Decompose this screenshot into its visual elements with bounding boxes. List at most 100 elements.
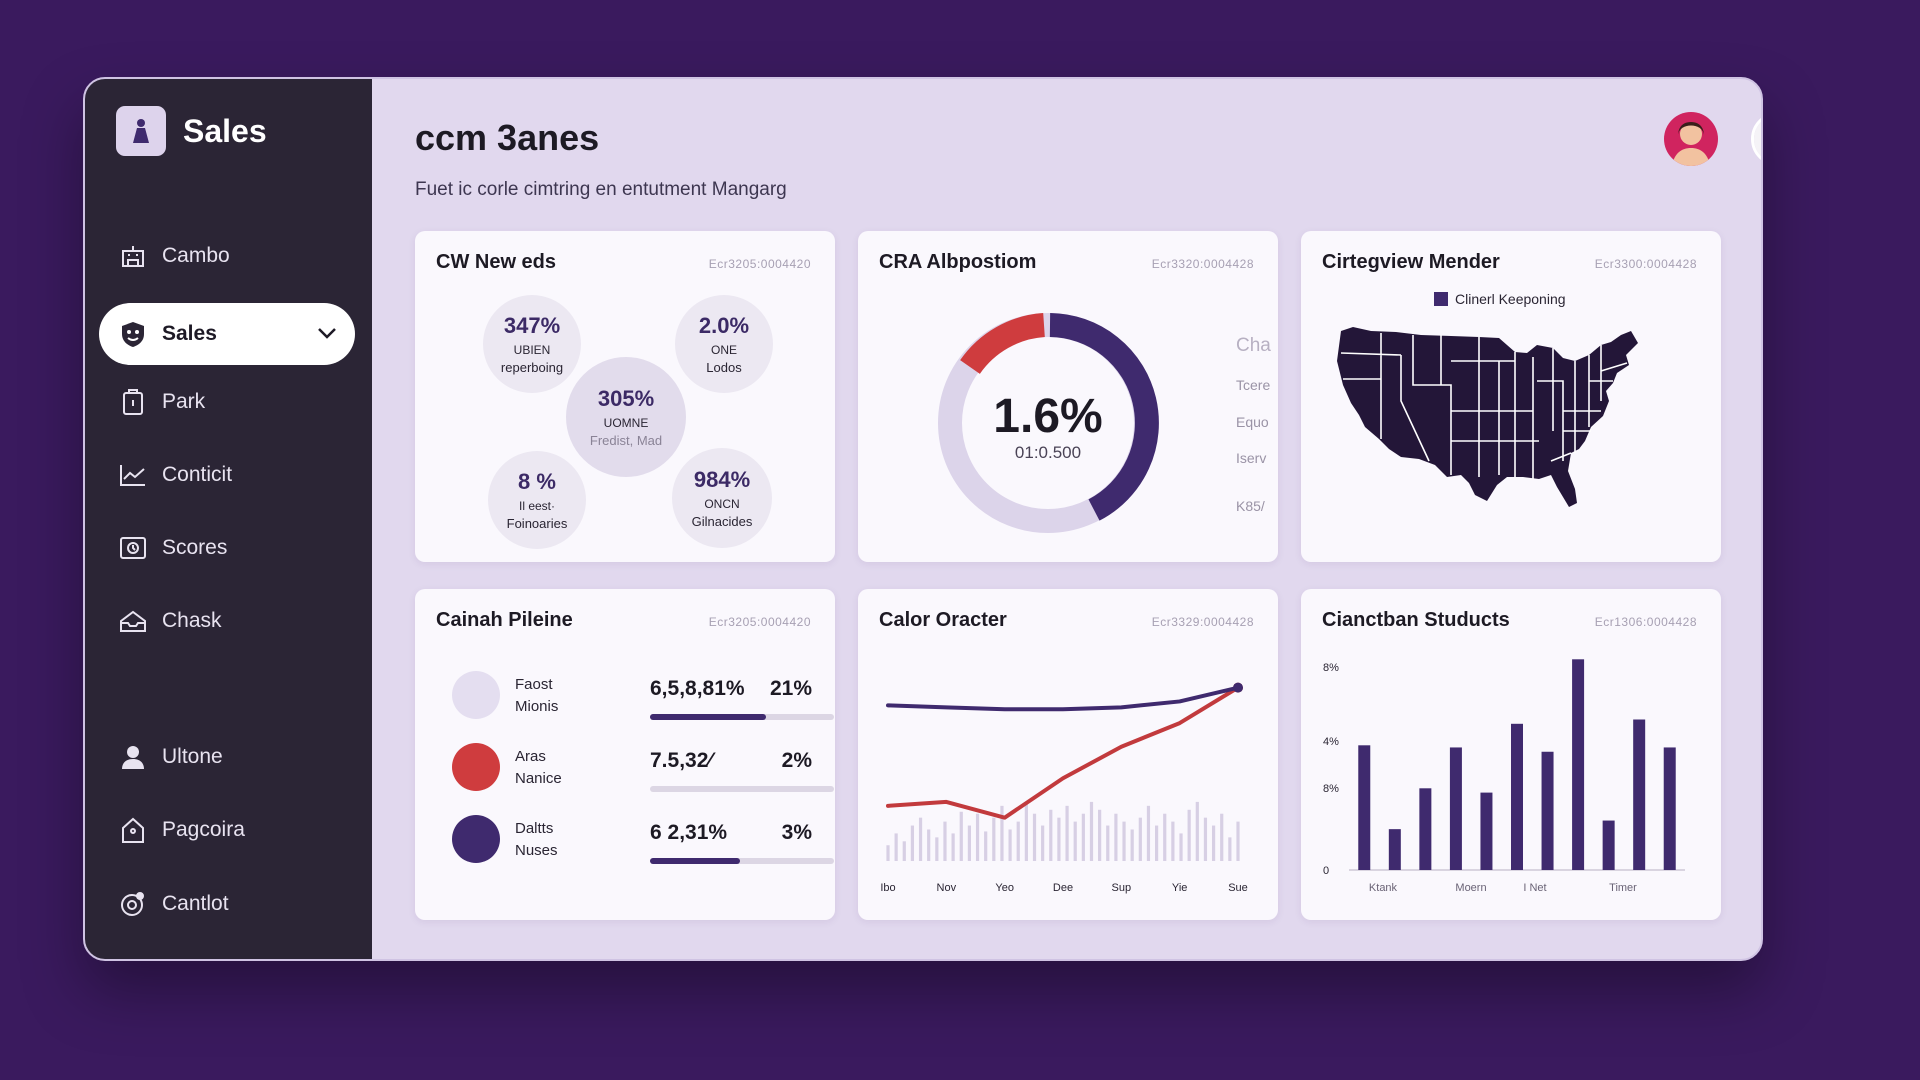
- card-studucts: Cianctban Studucts Ecr1306:0004428 0 8% 4%…: [1301, 589, 1721, 920]
- donut-center-sub: 01:0.500: [1014, 443, 1082, 462]
- bubble-sublabel: Fredist, Mad: [589, 433, 663, 448]
- sidebar-item-pagcoira[interactable]: Pagcoira: [99, 799, 355, 861]
- avatar-secondary[interactable]: [1751, 112, 1761, 166]
- user-icon: [118, 742, 148, 772]
- chevron-down-icon[interactable]: [317, 322, 337, 346]
- pipeline-row[interactable]: Daltts Nuses 6 2,31% 3%: [452, 815, 834, 875]
- us-map[interactable]: [1301, 231, 1721, 562]
- pipeline-pct: 3%: [781, 821, 812, 844]
- background-bar: [1211, 825, 1216, 861]
- legend-item: Tcere: [1236, 377, 1271, 393]
- x-tick-label: Moern: [1455, 882, 1486, 894]
- sidebar-item-chask[interactable]: Chask: [99, 590, 355, 652]
- series-line: [886, 685, 1240, 712]
- brand[interactable]: Sales: [116, 106, 267, 156]
- x-tick-label: Yie: [1172, 882, 1188, 894]
- card-albpostiom: CRA Albpostiom Ecr3320:0004428 1.6% 01:0…: [858, 231, 1278, 562]
- card-pipeline: Cainah Pileine Ecr3205:0004420 Faost Mion…: [415, 589, 835, 920]
- pipeline-dot: [452, 743, 500, 791]
- sidebar: Sales Cambo Sales Park Conticit Scores C…: [85, 79, 372, 959]
- background-bar: [1016, 821, 1020, 861]
- app-logo-icon: [116, 106, 166, 156]
- page-subtitle: Fuet ic corle cimtring en entutment Mang…: [415, 179, 787, 200]
- series-point: [1233, 682, 1243, 693]
- background-bar: [1130, 829, 1134, 861]
- background-bar: [1187, 809, 1191, 861]
- bar-chart[interactable]: 0 8% 4% 8% Ktank Moern I Net Timer: [1301, 589, 1721, 920]
- settings-icon: [118, 889, 148, 919]
- home-icon: [118, 815, 148, 845]
- pipeline-row[interactable]: Faost Mionis 6,5,8,81% 21%: [452, 671, 834, 731]
- y-tick-label: 4%: [1323, 736, 1339, 748]
- card-oractter: Calor Oracter Ecr3329:0004428 Ibo Nov Yeo D…: [858, 589, 1278, 920]
- sidebar-item-cambo[interactable]: Cambo: [99, 225, 355, 287]
- background-bar: [1146, 805, 1151, 861]
- bar: [1541, 751, 1554, 870]
- main-content: ccm 3anes Fuet ic corle cimtring en entu…: [372, 79, 1761, 959]
- shield-icon: [118, 319, 148, 349]
- background-bar: [1073, 821, 1077, 861]
- sidebar-item-label: Scores: [162, 536, 228, 559]
- sidebar-item-park[interactable]: Park: [99, 371, 355, 433]
- background-bar: [910, 825, 915, 861]
- sidebar-item-scores[interactable]: Scores: [99, 517, 355, 579]
- bubble-sublabel: Lodos: [706, 360, 742, 375]
- bubble-label: ONE: [710, 343, 737, 357]
- bar: [1633, 719, 1646, 870]
- background-bar: [943, 821, 947, 861]
- bar: [1388, 829, 1401, 870]
- card-mender: Cirtegview Mender Ecr3300:0004428 Cliner…: [1301, 231, 1721, 562]
- background-bar: [902, 841, 906, 861]
- sidebar-item-label: Pagcoira: [162, 818, 245, 841]
- avatar[interactable]: [1664, 112, 1718, 166]
- card-title: Cainah Pileine: [436, 609, 573, 631]
- background-bar: [1228, 837, 1232, 861]
- pipeline-dot: [452, 815, 500, 863]
- background-bar: [1179, 833, 1183, 861]
- background-bar: [1000, 805, 1004, 861]
- sidebar-item-label: Cantlot: [162, 892, 229, 915]
- pipeline-label: Daltts Nuses: [515, 820, 558, 859]
- sidebar-item-conticit[interactable]: Conticit: [99, 444, 355, 506]
- pipeline-value: 7.5,32⁄: [650, 749, 712, 772]
- background-bar: [1138, 817, 1142, 861]
- pipeline-pct: 21%: [769, 677, 812, 700]
- line-chart[interactable]: Ibo Nov Yeo Dee Sup Yie Sue: [858, 589, 1278, 920]
- bar: [1572, 659, 1585, 870]
- background-bar: [1106, 825, 1110, 861]
- app-window: Sales Cambo Sales Park Conticit Scores C…: [83, 77, 1763, 961]
- sidebar-item-label: Ultone: [162, 745, 223, 768]
- bubble-value: 984%: [693, 467, 751, 492]
- x-tick-label: Timer: [1609, 882, 1637, 894]
- pipeline-progress: [650, 858, 834, 864]
- background-bar: [894, 833, 898, 861]
- card-new-eds: CW New eds Ecr3205:0004420 347% UBIEN re…: [415, 231, 835, 562]
- sidebar-item-ultone[interactable]: Ultone: [99, 726, 355, 788]
- pipeline-dot: [452, 671, 500, 719]
- stat-bubble[interactable]: 347% UBIEN reperboing: [483, 295, 581, 393]
- stat-bubble[interactable]: 2.0% ONE Lodos: [675, 295, 773, 393]
- inbox-icon: [118, 606, 148, 636]
- bubble-label: Il eest·: [518, 499, 555, 513]
- background-bar: [951, 833, 955, 861]
- y-tick-label: 8%: [1323, 662, 1339, 674]
- app-title: Sales: [183, 112, 267, 149]
- pipeline-row[interactable]: Aras Nanice 7.5,32⁄ 2%: [452, 743, 834, 803]
- stat-bubble[interactable]: 984% ONCN Gilnacides: [672, 448, 772, 548]
- bar: [1602, 820, 1615, 870]
- pipeline-progress-fill: [650, 714, 766, 720]
- pipeline-progress-fill: [650, 858, 741, 864]
- bubble-value: 305%: [597, 386, 655, 411]
- image-icon: [118, 533, 148, 563]
- sidebar-item-sales[interactable]: Sales: [99, 303, 355, 365]
- sidebar-item-cantlot[interactable]: Cantlot: [99, 873, 355, 935]
- stat-bubble[interactable]: 305% UOMNE Fredist, Mad: [566, 357, 686, 477]
- legend-item: Equo: [1236, 414, 1269, 430]
- background-bar: [1032, 813, 1037, 861]
- background-bar: [959, 811, 963, 861]
- background-bar: [1024, 801, 1028, 861]
- bubble-value: 347%: [503, 313, 561, 338]
- bubble-label: UBIEN: [513, 343, 551, 357]
- stat-bubble[interactable]: 8 % Il eest· Foinoaries: [488, 451, 586, 549]
- bubble-sublabel: Foinoaries: [506, 516, 568, 531]
